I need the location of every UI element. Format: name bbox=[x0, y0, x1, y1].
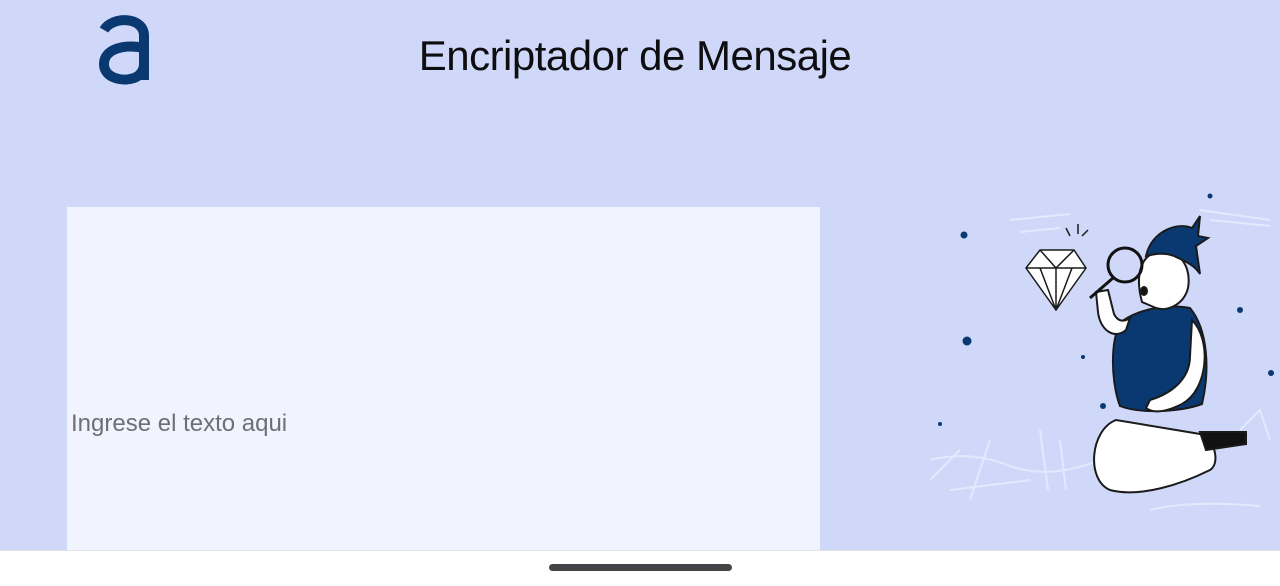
page-title: Encriptador de Mensaje bbox=[418, 32, 852, 79]
message-input-panel: Ingrese el texto aqui bbox=[67, 207, 820, 550]
person-with-magnifier-illustration bbox=[920, 180, 1280, 550]
home-indicator[interactable] bbox=[549, 564, 732, 571]
system-nav-bar bbox=[0, 550, 1280, 586]
app-page: Encriptador de Mensaje Ingrese el texto … bbox=[0, 0, 1280, 586]
message-input[interactable] bbox=[67, 207, 820, 550]
